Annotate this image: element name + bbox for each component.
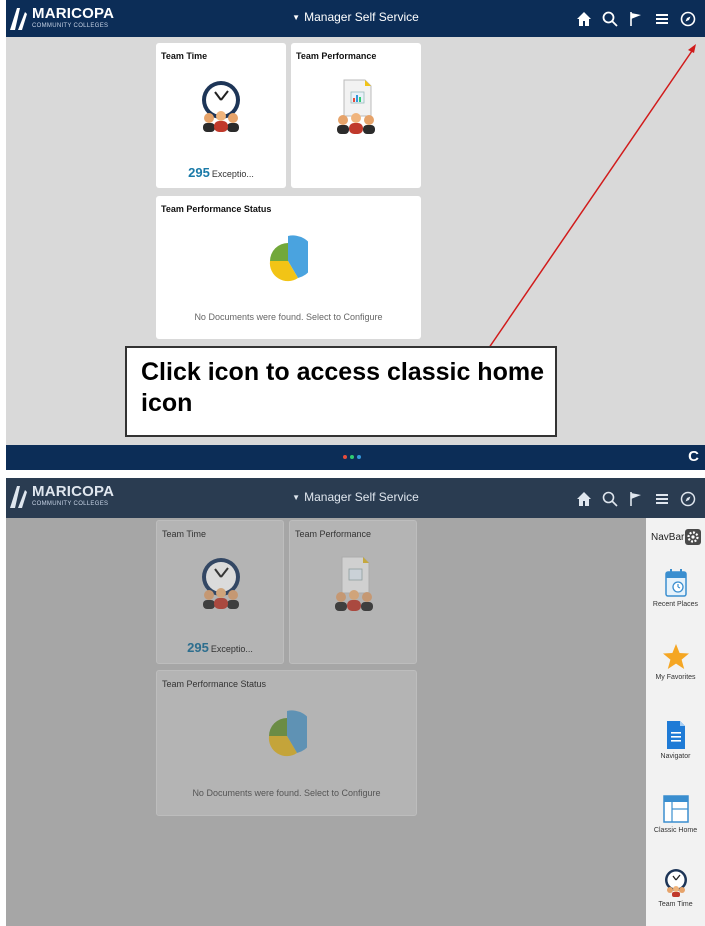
instruction-callout: Click icon to access classic home icon xyxy=(125,346,557,437)
footer-bar: C xyxy=(6,445,705,470)
exceptions-count: 295 Exceptio... xyxy=(157,640,283,655)
navbar-item-label: Team Time xyxy=(658,901,693,908)
pie-chart-icon xyxy=(268,710,307,757)
caret-down-icon: ▼ xyxy=(292,13,301,22)
gear-icon[interactable] xyxy=(685,529,701,545)
tile-title: Team Time xyxy=(162,529,207,539)
document-icon xyxy=(666,721,685,749)
menu-icon[interactable] xyxy=(651,488,673,510)
navbar-item-my-favorites[interactable]: My Favorites xyxy=(646,643,705,713)
page-dot[interactable] xyxy=(350,455,354,459)
navbar-item-label: Navigator xyxy=(660,753,691,760)
exceptions-number: 295 xyxy=(187,640,209,655)
performance-team-icon xyxy=(335,556,373,611)
navbar-item-label: Classic Home xyxy=(653,827,698,834)
header-actions xyxy=(573,8,699,30)
page-title-text: Manager Self Service xyxy=(304,490,419,504)
clock-team-icon xyxy=(202,558,240,609)
exceptions-label: Exceptio... xyxy=(211,169,254,179)
header-actions xyxy=(573,488,699,510)
navbar-item-label: Recent Places xyxy=(652,601,699,608)
navbar-item-navigator[interactable]: Navigator xyxy=(646,720,705,790)
exceptions-number: 295 xyxy=(188,165,210,180)
window-icon xyxy=(662,795,689,823)
page-dot-active[interactable] xyxy=(343,455,347,459)
tile-team-time: Team Time 295 Exceptio... xyxy=(156,520,284,664)
tile-title: Team Performance Status xyxy=(162,679,267,689)
flag-icon[interactable] xyxy=(625,8,647,30)
refresh-icon[interactable]: C xyxy=(688,448,699,465)
performance-team-icon xyxy=(337,79,375,134)
navbar-open-panel: MARICOPA COMMUNITY COLLEGES ▼ Manager Sel… xyxy=(6,478,705,926)
tile-team-performance-status[interactable]: Team Performance Status No Documents wer… xyxy=(156,196,421,339)
navbar-panel: NavBar Recent Places My Favorites Naviga… xyxy=(646,518,705,926)
menu-icon[interactable] xyxy=(651,8,673,30)
tile-title: Team Performance xyxy=(296,51,377,61)
search-icon[interactable] xyxy=(599,8,621,30)
home-icon[interactable] xyxy=(573,488,595,510)
tile-title: Team Time xyxy=(161,51,208,61)
tile-title: Team Performance xyxy=(295,529,372,539)
tile-team-performance[interactable]: Team Performance xyxy=(291,43,421,188)
fluid-homepage-panel: MARICOPA COMMUNITY COLLEGES ▼ Manager Sel… xyxy=(6,0,705,470)
clock-team-icon xyxy=(202,81,240,132)
navbar-item-recent-places[interactable]: Recent Places xyxy=(646,568,705,638)
tile-team-performance-status: Team Performance Status No Documents wer… xyxy=(156,670,417,816)
tile-team-performance: Team Performance xyxy=(289,520,417,664)
navbar-compass-icon[interactable] xyxy=(677,488,699,510)
flag-icon[interactable] xyxy=(625,488,647,510)
tile-title: Team Performance Status xyxy=(161,204,272,214)
home-icon[interactable] xyxy=(573,8,595,30)
header-bar: MARICOPA COMMUNITY COLLEGES ▼ Manager Sel… xyxy=(6,0,705,37)
screenshot-composite: MARICOPA COMMUNITY COLLEGES ▼ Manager Sel… xyxy=(0,0,705,926)
page-title-text: Manager Self Service xyxy=(304,10,419,24)
status-message: No Documents were found. Select to Confi… xyxy=(194,312,383,322)
navbar-header: NavBar xyxy=(646,528,705,548)
navbar-item-team-time[interactable]: Team Time xyxy=(646,868,705,926)
navbar-title: NavBar xyxy=(651,532,685,543)
navbar-item-classic-home[interactable]: Classic Home xyxy=(646,794,705,864)
navbar-compass-icon[interactable] xyxy=(677,8,699,30)
navbar-item-label: My Favorites xyxy=(655,674,696,681)
pie-chart-icon xyxy=(269,235,308,282)
star-icon xyxy=(662,644,689,669)
clock-team-icon xyxy=(664,869,687,897)
caret-down-icon: ▼ xyxy=(292,493,301,502)
page-indicator[interactable] xyxy=(343,455,361,459)
search-icon[interactable] xyxy=(599,488,621,510)
page-dot[interactable] xyxy=(357,455,361,459)
header-bar: MARICOPA COMMUNITY COLLEGES ▼ Manager Sel… xyxy=(6,478,705,518)
tile-team-time[interactable]: Team Time 295 Exceptio... xyxy=(156,43,286,188)
exceptions-label: Exceptio... xyxy=(210,644,253,654)
calendar-clock-icon xyxy=(664,569,687,597)
exceptions-count: 295 Exceptio... xyxy=(156,165,286,180)
status-message: No Documents were found. Select to Confi… xyxy=(192,788,381,798)
